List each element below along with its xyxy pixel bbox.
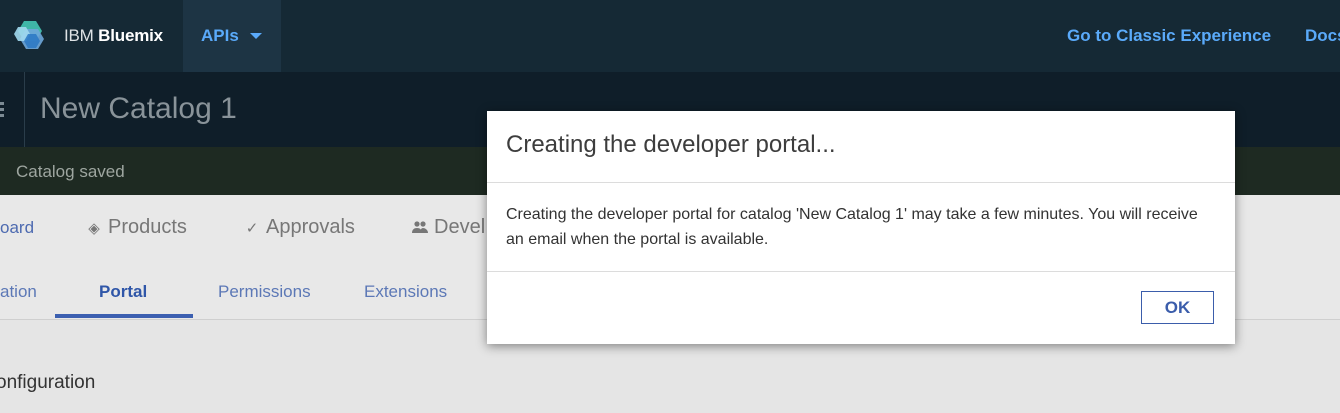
tab-developers-label: Devel <box>434 216 486 238</box>
ok-button[interactable]: OK <box>1141 291 1214 324</box>
dialog-divider <box>487 271 1235 272</box>
top-navigation-bar: IBM Bluemix APIs Go to Classic Experienc… <box>0 0 1340 72</box>
brand-name[interactable]: IBM Bluemix <box>64 26 163 46</box>
brand-prefix: IBM <box>64 26 94 45</box>
tab-approvals[interactable]: ✓ Approvals <box>244 216 355 239</box>
title-divider <box>24 72 25 147</box>
subtab-permissions[interactable]: Permissions <box>218 282 311 302</box>
apis-menu-button[interactable]: APIs <box>183 0 281 72</box>
subtab-extensions[interactable]: Extensions <box>364 282 447 302</box>
apis-menu-label: APIs <box>201 26 239 45</box>
dialog-divider <box>487 182 1235 183</box>
tab-developers[interactable]: Devel <box>412 216 485 239</box>
bluemix-logo-icon[interactable] <box>14 18 48 52</box>
checkmark-icon: ✓ <box>245 220 259 237</box>
creating-portal-dialog: Creating the developer portal... Creatin… <box>487 111 1235 344</box>
catalog-title: New Catalog 1 <box>40 92 237 125</box>
classic-experience-link[interactable]: Go to Classic Experience <box>1067 26 1271 46</box>
brand-product: Bluemix <box>98 26 163 45</box>
tab-dashboard[interactable]: oard <box>0 218 34 238</box>
dialog-title: Creating the developer portal... <box>506 131 836 158</box>
dialog-message: Creating the developer portal for catalo… <box>506 206 1198 248</box>
hamburger-menu-icon[interactable] <box>0 102 4 118</box>
tab-products-label: Products <box>108 216 187 238</box>
layers-icon: ◈ <box>88 220 100 237</box>
subtab-configuration[interactable]: ation <box>0 282 37 302</box>
tab-approvals-label: Approvals <box>266 216 355 238</box>
people-icon <box>412 220 428 237</box>
tab-products[interactable]: ◈ Products <box>86 216 187 239</box>
subtab-portal[interactable]: Portal <box>99 282 147 302</box>
section-heading: onfiguration <box>0 372 96 393</box>
docs-link[interactable]: Docs <box>1305 26 1340 46</box>
active-tab-indicator <box>55 314 193 318</box>
caret-down-icon <box>250 33 262 39</box>
notification-text: Catalog saved <box>16 162 125 181</box>
